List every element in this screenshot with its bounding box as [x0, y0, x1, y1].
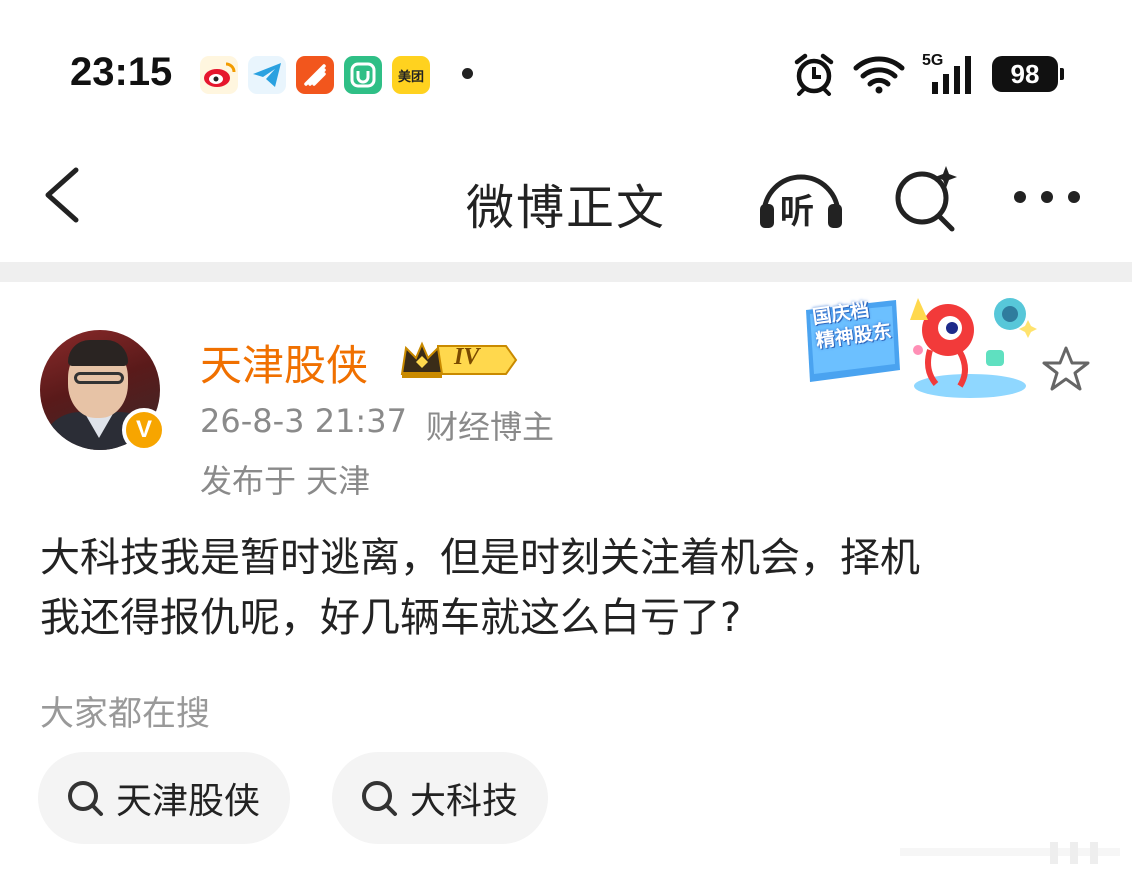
telegram-app-icon — [248, 56, 286, 94]
notification-icons: 美团 — [200, 56, 430, 94]
more-options-button[interactable] — [1010, 180, 1084, 214]
alarm-icon — [794, 53, 834, 96]
star-icon — [1042, 346, 1090, 391]
level-badge[interactable]: IV — [398, 338, 518, 382]
watermark-icon — [900, 842, 1120, 864]
post-timestamp: 26-8-3 21:37 — [200, 402, 407, 440]
trending-tag-label: 天津股侠 — [116, 781, 261, 822]
system-icons: 5G 98 — [792, 52, 1064, 96]
level-label: IV — [454, 344, 480, 370]
wifi-icon — [853, 56, 905, 94]
meituan-app-icon: 美团 — [392, 56, 430, 94]
post-content: 大科技我是暂时逃离，但是时刻关注着机会，择机 我还得报仇呢，好几辆车就这么白亏了… — [40, 528, 1100, 648]
trending-search-label: 大家都在搜 — [40, 694, 210, 734]
post-location: 发布于 天津 — [200, 462, 371, 500]
avatar-hair — [68, 340, 128, 366]
battery-indicator: 98 — [992, 56, 1064, 92]
nav-bar: 微博正文 听 — [0, 140, 1132, 260]
post-content-line: 我还得报仇呢，好几辆车就这么白亏了? — [40, 595, 742, 641]
status-time: 23:15 — [70, 50, 173, 94]
search-sparkle-icon — [895, 166, 957, 232]
cellular-signal-icon: 5G — [922, 52, 976, 96]
weibo-app-icon — [200, 56, 238, 94]
favorite-button[interactable] — [1040, 344, 1092, 394]
post-content-line: 大科技我是暂时逃离，但是时刻关注着机会，择机 — [40, 535, 920, 581]
more-notifications-dot — [462, 68, 473, 79]
search-button[interactable] — [888, 162, 964, 238]
search-icon — [68, 781, 103, 816]
trending-tag[interactable]: 大科技 — [332, 752, 549, 844]
trending-tag-label: 大科技 — [410, 781, 519, 822]
section-divider — [0, 262, 1132, 282]
more-dots-icon — [1014, 191, 1080, 203]
username[interactable]: 天津股侠 — [200, 332, 368, 393]
app-orange-icon — [296, 56, 334, 94]
page-title-text: 微博正文 — [465, 180, 666, 236]
search-icon — [362, 781, 397, 816]
verified-badge: V — [122, 408, 166, 452]
avatar-glasses — [74, 372, 124, 384]
post-source: 财经博主 — [426, 408, 555, 446]
trending-tag[interactable]: 天津股侠 — [38, 752, 291, 844]
listen-button[interactable]: 听 — [756, 164, 846, 234]
xiaomi-app-icon — [344, 56, 382, 94]
listen-label: 听 — [780, 192, 814, 232]
status-bar: 23:15 美团 5G 98 — [0, 0, 1132, 140]
